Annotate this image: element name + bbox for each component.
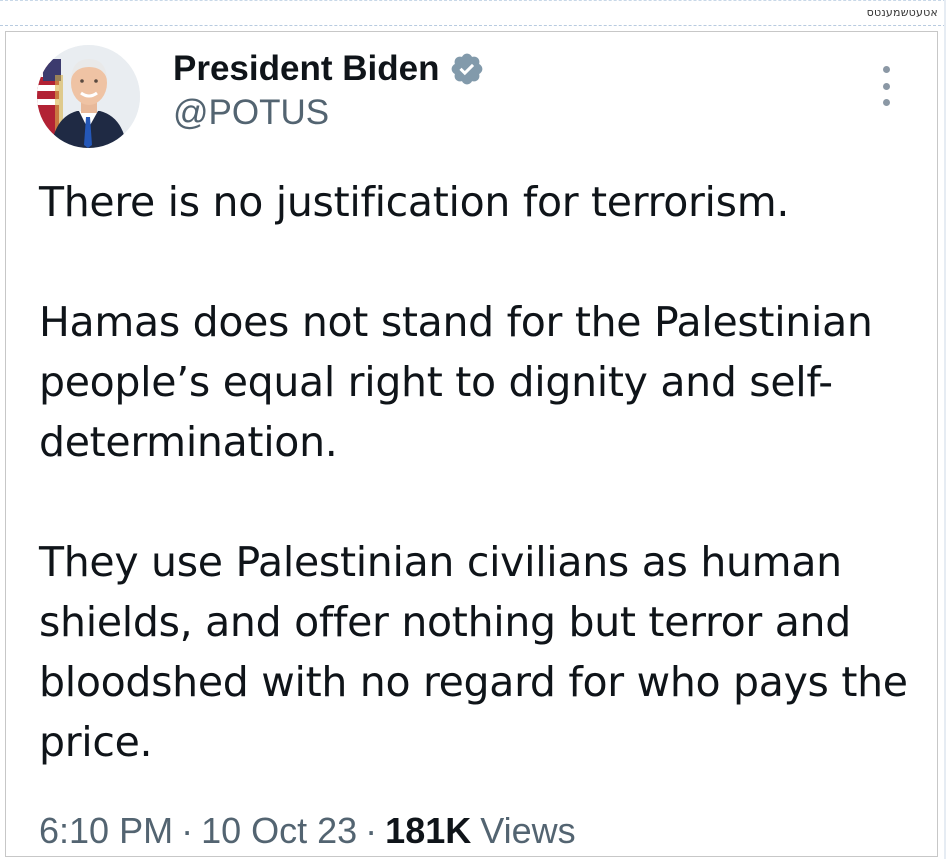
meta-separator: · [181, 810, 194, 851]
screenshot-frame-top [0, 0, 946, 26]
tweet-paragraph: They use Palestinian civilians as human … [39, 538, 908, 766]
avatar[interactable] [37, 45, 140, 148]
author-name[interactable]: President Biden [173, 49, 439, 89]
author-handle[interactable]: @POTUS [173, 93, 329, 133]
tweet-paragraph: There is no justification for terrorism. [39, 178, 790, 226]
watermark-text: אטעטשמענטס [866, 6, 938, 19]
views-label: Views [480, 810, 576, 851]
more-dot [882, 99, 890, 106]
views-count[interactable]: 181K [385, 810, 471, 852]
tweet-text: There is no justification for terrorism.… [39, 172, 919, 772]
author-name-row: President Biden [173, 49, 485, 89]
verified-badge-icon[interactable] [449, 51, 485, 87]
meta-separator: · [365, 810, 378, 851]
tweet-paragraph: Hamas does not stand for the Palestinian… [39, 298, 873, 466]
tweet-date[interactable]: 10 Oct 23 [201, 810, 357, 852]
more-dot [882, 82, 890, 90]
tweet-meta: 6:10 PM · 10 Oct 23 · 181K Views [39, 808, 576, 854]
more-options-icon[interactable] [874, 66, 898, 106]
portrait-avatar-icon [37, 45, 140, 148]
more-dot [882, 66, 890, 73]
tweet-time[interactable]: 6:10 PM [39, 810, 173, 852]
